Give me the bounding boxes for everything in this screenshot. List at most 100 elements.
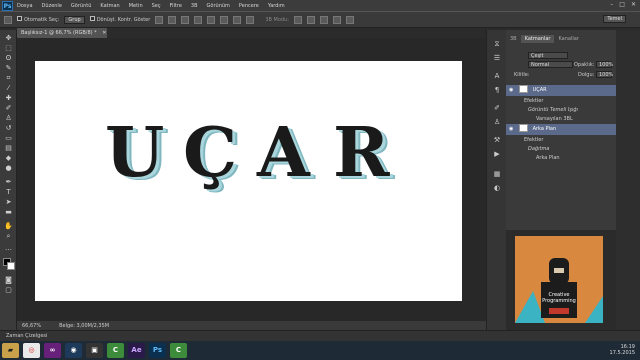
visibility-eye-icon[interactable]: ◉ [509, 126, 513, 132]
tool-presets-icon[interactable]: ⚒ [492, 136, 502, 145]
distribute-h-icon[interactable] [246, 15, 255, 24]
layer-effects-row[interactable]: Efektler [506, 136, 616, 144]
cinema4d-icon[interactable]: ◉ [65, 343, 82, 358]
menu-3b[interactable]: 3B [191, 3, 198, 9]
group-select[interactable]: Grup [64, 15, 85, 24]
screen-mode-icon[interactable]: ▢ [4, 286, 13, 294]
gradient-tool-icon[interactable]: ▤ [4, 144, 13, 152]
swatches-panel-icon[interactable]: ▦ [492, 170, 502, 179]
layer-row-text[interactable]: ◉ UÇAR [506, 85, 616, 96]
3d-roll-icon[interactable] [306, 15, 315, 24]
menu-goruntu[interactable]: Görüntü [71, 3, 91, 9]
menu-filtre[interactable]: Filtre [170, 3, 182, 9]
menu-pencere[interactable]: Pencere [239, 3, 259, 9]
move-tool-icon[interactable]: ✥ [4, 34, 13, 42]
clone-stamp-icon[interactable]: ♙ [4, 114, 13, 122]
tab-3b[interactable]: 3B [506, 35, 521, 43]
media-icon[interactable]: ▣ [86, 343, 103, 358]
move-tool-icon[interactable] [4, 15, 12, 24]
align-middle-icon[interactable] [168, 15, 177, 24]
document-size[interactable]: Belge: 3,00M/2,35M [59, 323, 109, 329]
workspace-select[interactable]: Temel [603, 15, 626, 23]
blend-mode-select[interactable]: Normal [528, 61, 573, 68]
quick-mask-icon[interactable]: ◙ [4, 276, 13, 284]
3d-rotate-icon[interactable] [293, 15, 302, 24]
scatter-label: Dağıtma [528, 146, 550, 152]
explorer-icon[interactable]: ▰ [2, 343, 19, 358]
background-sub-row[interactable]: Arka Plan [506, 154, 616, 162]
eraser-tool-icon[interactable]: ▭ [4, 134, 13, 142]
3d-scale-icon[interactable] [345, 15, 354, 24]
quick-select-icon[interactable]: ✎ [4, 64, 13, 72]
align-left-icon[interactable] [194, 15, 203, 24]
align-top-icon[interactable] [155, 15, 164, 24]
system-clock[interactable]: 16:19 17.5.2015 [610, 344, 635, 356]
default-ibl-row[interactable]: Varsayılan 3BL [506, 115, 616, 123]
color-panel-icon[interactable]: ◐ [492, 184, 502, 193]
properties-panel-icon[interactable]: ☰ [492, 54, 502, 63]
scatter-row[interactable]: Dağıtma [506, 145, 616, 153]
tab-layers[interactable]: Katmanlar [520, 35, 555, 43]
background-color-swatch[interactable] [7, 262, 15, 270]
history-brush-icon[interactable]: ↺ [4, 124, 13, 132]
actions-panel-icon[interactable]: ▶ [492, 150, 502, 159]
camtasia-recorder-icon[interactable]: C [170, 343, 187, 358]
type-tool-icon[interactable]: T [4, 188, 13, 196]
align-bottom-icon[interactable] [181, 15, 190, 24]
pen-tool-icon[interactable]: ✒ [4, 178, 13, 186]
menu-gorunum[interactable]: Görünüm [207, 3, 230, 9]
ibl-row[interactable]: Görüntü Temeli Işığı [506, 106, 616, 114]
menu-metin[interactable]: Metin [129, 3, 143, 9]
layer-effects-row[interactable]: Efektler [506, 97, 616, 105]
document-tab[interactable]: Başlıksız-1 @ 66,7% (RGB/8) * ✕ [17, 28, 107, 38]
paragraph-panel-icon[interactable]: ¶ [492, 86, 502, 95]
zoom-tool-icon[interactable]: ⌕ [4, 232, 13, 240]
tab-channels[interactable]: Kanallar [554, 35, 582, 43]
maximize-icon[interactable]: □ [619, 1, 625, 8]
timeline-tab[interactable]: Zaman Çizelgesi [0, 330, 640, 341]
zoom-level[interactable]: 66,67% [22, 323, 41, 329]
brush-panel-icon[interactable]: ✐ [492, 104, 502, 113]
menu-duzenle[interactable]: Düzenle [42, 3, 62, 9]
more-tools-icon[interactable]: … [4, 244, 13, 252]
menu-yardim[interactable]: Yardım [268, 3, 285, 9]
character-panel-icon[interactable]: A [492, 72, 502, 81]
marquee-tool-icon[interactable]: ⬚ [4, 44, 13, 52]
menu-dosya[interactable]: Dosya [17, 3, 33, 9]
blur-tool-icon[interactable]: ◆ [4, 154, 13, 162]
history-panel-icon[interactable]: ⧖ [492, 40, 502, 49]
menu-sec[interactable]: Seç [152, 3, 161, 9]
3d-pan-icon[interactable] [319, 15, 328, 24]
shape-tool-icon[interactable]: ▬ [4, 208, 13, 216]
3d-slide-icon[interactable] [332, 15, 341, 24]
document-canvas[interactable]: U Ç A R [35, 61, 462, 301]
minimize-icon[interactable]: – [610, 1, 613, 8]
distribute-icon[interactable] [233, 15, 242, 24]
clone-source-icon[interactable]: ♙ [492, 118, 502, 127]
visual-studio-icon[interactable]: ∞ [44, 343, 61, 358]
opacity-input[interactable]: 100% [596, 61, 613, 68]
lasso-tool-icon[interactable]: ʘ [4, 54, 13, 62]
after-effects-icon[interactable]: Ae [128, 343, 145, 358]
chrome-icon[interactable]: ◎ [23, 343, 40, 358]
eyedropper-icon[interactable]: ⁄ [4, 84, 13, 92]
photoshop-taskbar-icon[interactable]: Ps [149, 343, 166, 358]
path-select-icon[interactable]: ➤ [4, 198, 13, 206]
layer-filter-select[interactable]: Çeşit [528, 52, 568, 59]
close-tab-icon[interactable]: ✕ [102, 30, 106, 36]
fill-input[interactable]: 100% [596, 71, 613, 78]
dodge-tool-icon[interactable]: ● [4, 164, 13, 172]
auto-select-checkbox[interactable]: Otomatik Seç: [17, 16, 59, 23]
healing-brush-icon[interactable]: ✚ [4, 94, 13, 102]
layer-row-background[interactable]: ◉ Arka Plan [506, 124, 616, 135]
hand-tool-icon[interactable]: ✋ [4, 222, 13, 230]
close-icon[interactable]: ✕ [631, 1, 636, 8]
crop-tool-icon[interactable]: ⌗ [4, 74, 13, 82]
visibility-eye-icon[interactable]: ◉ [509, 87, 513, 93]
brush-tool-icon[interactable]: ✐ [4, 104, 13, 112]
transform-controls-checkbox[interactable]: Dönüşt. Kontr. Göster [89, 16, 150, 23]
camtasia-icon[interactable]: C [107, 343, 124, 358]
menu-katman[interactable]: Katman [100, 3, 119, 9]
align-right-icon[interactable] [220, 15, 229, 24]
align-center-icon[interactable] [207, 15, 216, 24]
